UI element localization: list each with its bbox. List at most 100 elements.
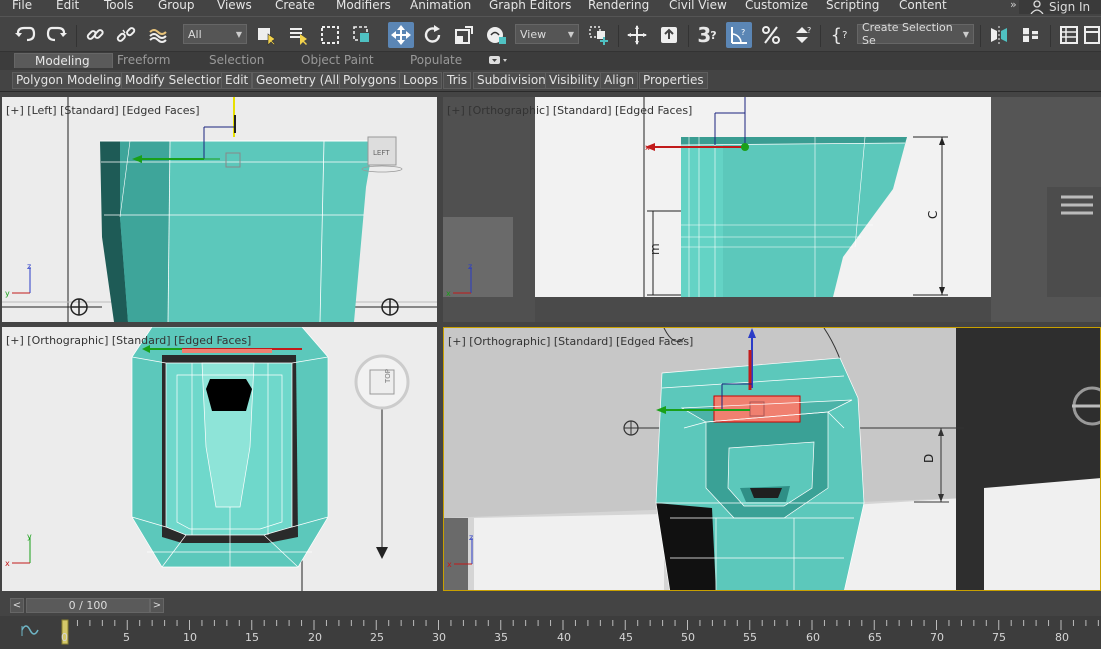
viewport-persp-ortho-scene: D z x <box>444 328 1100 590</box>
selection-set-dropdown[interactable]: Create Selection Se ▼ <box>857 21 974 47</box>
panel-edit[interactable]: Edit <box>221 72 253 89</box>
snaps-3-icon[interactable]: 3? <box>694 22 720 48</box>
ribbon-panel-bar: Polygon Modeling Modify Selection Edit G… <box>0 70 1101 92</box>
frame-tick-label: 20 <box>308 631 322 644</box>
link-icon[interactable] <box>82 22 108 48</box>
panel-align[interactable]: Align <box>600 72 639 89</box>
tab-freeform[interactable]: Freeform <box>117 53 170 67</box>
panel-visibility[interactable]: Visibility <box>545 72 604 89</box>
select-object-icon[interactable] <box>253 22 279 48</box>
viewport-front-ortho[interactable]: m C x z x [+] [Orthographic] [Standard] … <box>443 97 1101 322</box>
dimension-label: m <box>648 243 662 255</box>
pivot-icon[interactable] <box>587 22 613 48</box>
viewport-left[interactable]: LEFT z y [+] [Left] [Standard] [Edged Fa… <box>2 97 437 322</box>
time-slider[interactable]: 0 / 100 <box>26 598 150 613</box>
tab-object-paint[interactable]: Object Paint <box>301 53 374 67</box>
frame-tick-label: 65 <box>868 631 882 644</box>
menu-civil-view[interactable]: Civil View <box>669 0 727 12</box>
named-sets-icon[interactable]: {? <box>826 22 852 48</box>
select-by-name-icon[interactable] <box>285 22 311 48</box>
ribbon-options-icon[interactable] <box>488 53 508 70</box>
viewport-top-ortho[interactable]: TOP y x [+] [Orthographic] [Standard] [E… <box>2 327 437 591</box>
menu-rendering[interactable]: Rendering <box>588 0 649 12</box>
mirror-icon[interactable] <box>986 22 1012 48</box>
frame-tick-label: 10 <box>183 631 197 644</box>
menu-content[interactable]: Content <box>899 0 947 12</box>
placement-icon[interactable] <box>483 22 509 48</box>
viewport-top-ortho-label[interactable]: [+] [Orthographic] [Standard] [Edged Fac… <box>6 334 251 347</box>
dimension-label: C <box>926 211 940 219</box>
angle-snap-icon[interactable]: ? <box>726 22 752 48</box>
viewport-persp-ortho-label[interactable]: [+] [Orthographic] [Standard] [Edged Fac… <box>448 335 693 348</box>
svg-text:x: x <box>447 560 452 569</box>
svg-text:x: x <box>645 143 650 152</box>
bind-spacewarp-icon[interactable] <box>145 22 171 48</box>
tab-selection[interactable]: Selection <box>209 53 264 67</box>
dimension-label: D <box>922 454 936 463</box>
viewport-front-ortho-scene: m C x z x <box>443 97 1101 322</box>
toolbar-separator <box>980 25 981 47</box>
svg-text:z: z <box>469 533 473 542</box>
panel-properties[interactable]: Properties <box>639 72 708 89</box>
percent-snap-icon[interactable] <box>758 22 784 48</box>
menu-group[interactable]: Group <box>158 0 195 12</box>
toolbar-separator <box>618 25 619 47</box>
frame-tick-label: 40 <box>557 631 571 644</box>
move-icon[interactable] <box>388 22 414 48</box>
sign-in-label: Sign In <box>1049 0 1091 14</box>
selection-filter-dropdown[interactable]: All ▼ <box>183 24 247 44</box>
reference-coord-dropdown[interactable]: View ▼ <box>515 24 579 44</box>
svg-text:z: z <box>27 262 31 271</box>
select-manipulate-icon[interactable] <box>624 22 650 48</box>
panel-loops[interactable]: Loops <box>399 72 443 89</box>
panel-geometry-all[interactable]: Geometry (All) <box>252 72 348 89</box>
keyboard-shortcut-icon[interactable] <box>656 22 682 48</box>
unlink-icon[interactable] <box>113 22 139 48</box>
time-slider-bar: < 0 / 100 > <box>0 594 1101 616</box>
menu-edit[interactable]: Edit <box>56 0 79 12</box>
menu-views[interactable]: Views <box>217 0 252 12</box>
frame-tick-label: 55 <box>743 631 757 644</box>
menu-customize[interactable]: Customize <box>745 0 808 12</box>
rect-region-icon[interactable] <box>317 22 343 48</box>
tab-populate[interactable]: Populate <box>410 53 462 67</box>
time-prev-button[interactable]: < <box>10 598 24 613</box>
menu-scripting[interactable]: Scripting <box>826 0 879 12</box>
menu-overflow[interactable]: » <box>1010 0 1017 11</box>
toggle-ribbon-icon[interactable] <box>1083 22 1101 48</box>
menu-tools[interactable]: Tools <box>104 0 134 12</box>
rotate-icon[interactable] <box>420 22 446 48</box>
viewport-front-ortho-label[interactable]: [+] [Orthographic] [Standard] [Edged Fac… <box>447 104 692 117</box>
redo-icon[interactable] <box>44 22 70 48</box>
panel-tris[interactable]: Tris <box>443 72 472 89</box>
menu-modifiers[interactable]: Modifiers <box>336 0 391 12</box>
panel-subdivision[interactable]: Subdivision <box>473 72 550 89</box>
time-next-button[interactable]: > <box>150 598 164 613</box>
menu-file[interactable]: File <box>12 0 32 12</box>
scale-icon[interactable] <box>451 22 477 48</box>
viewport-persp-ortho[interactable]: D z x [+] [Orthographic] [Standard] [Edg… <box>443 327 1101 591</box>
svg-text:y: y <box>5 289 10 298</box>
tab-modeling[interactable]: Modeling <box>14 53 113 68</box>
track-bar[interactable]: 0 5 10 15 20 25 30 35 40 45 50 55 60 65 … <box>0 616 1101 649</box>
panel-polygons[interactable]: Polygons <box>339 72 401 89</box>
sign-in-button[interactable]: Sign In <box>1019 0 1101 14</box>
main-toolbar: All ▼ View ▼ 3? ? ? {? Create Selection … <box>0 16 1101 52</box>
align-icon[interactable] <box>1018 22 1044 48</box>
toolbar-separator <box>76 25 77 47</box>
menu-animation[interactable]: Animation <box>410 0 471 12</box>
frame-tick-label: 60 <box>806 631 820 644</box>
layer-explorer-icon[interactable] <box>1056 22 1082 48</box>
panel-polygon-modeling[interactable]: Polygon Modeling <box>12 72 126 89</box>
viewport-left-label[interactable]: [+] [Left] [Standard] [Edged Faces] <box>6 104 200 117</box>
undo-icon[interactable] <box>12 22 38 48</box>
menu-graph-editors[interactable]: Graph Editors <box>489 0 571 12</box>
frame-tick-label: 0 <box>61 631 68 644</box>
menu-create[interactable]: Create <box>275 0 315 12</box>
chevron-down-icon: ▼ <box>962 29 969 39</box>
window-crossing-icon[interactable] <box>349 22 375 48</box>
svg-text:z: z <box>468 262 472 271</box>
spinner-snap-icon[interactable]: ? <box>789 22 815 48</box>
panel-modify-selection[interactable]: Modify Selection <box>121 72 228 89</box>
svg-text:x: x <box>446 289 451 298</box>
